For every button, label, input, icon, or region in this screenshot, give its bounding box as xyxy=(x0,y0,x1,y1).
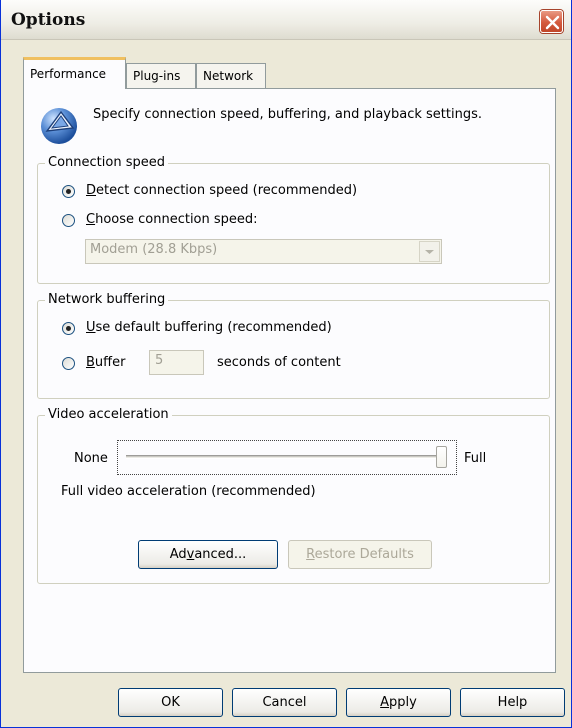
choose-speed-radio[interactable] xyxy=(62,214,75,227)
network-buffering-legend: Network buffering xyxy=(45,292,169,307)
slider-thumb[interactable] xyxy=(435,446,447,468)
buffer-seconds-value: 5 xyxy=(155,353,164,368)
cancel-button[interactable]: Cancel xyxy=(232,688,337,717)
detect-speed-label[interactable]: Detect connection speed (recommended) xyxy=(86,183,357,198)
speed-select-value: Modem (28.8 Kbps) xyxy=(90,242,218,257)
default-buffering-radio[interactable] xyxy=(62,322,75,335)
tab-plug-ins-label: Plug-ins xyxy=(133,69,181,83)
slider-min-label: None xyxy=(74,451,108,466)
close-icon xyxy=(545,15,560,30)
connection-speed-legend: Connection speed xyxy=(45,155,168,170)
tab-network-label: Network xyxy=(203,69,254,83)
buffer-seconds-input[interactable]: 5 xyxy=(149,350,204,375)
tab-plug-ins[interactable]: Plug-ins xyxy=(126,63,196,88)
advanced-button[interactable]: Advanced... xyxy=(138,540,278,569)
tab-network[interactable]: Network xyxy=(196,63,266,88)
apply-button[interactable]: Apply xyxy=(346,688,451,717)
description-text: Specify connection speed, buffering, and… xyxy=(93,107,483,122)
help-button[interactable]: Help xyxy=(460,688,565,717)
network-buffering-group xyxy=(37,300,550,399)
buffer-label[interactable]: Buffer xyxy=(86,355,125,370)
choose-speed-label[interactable]: Choose connection speed: xyxy=(86,212,258,227)
buffer-radio[interactable] xyxy=(62,357,75,370)
chevron-down-icon xyxy=(425,250,434,254)
radio-selected-dot xyxy=(66,326,71,331)
media-player-icon xyxy=(41,108,77,144)
window-title: Options xyxy=(11,10,86,30)
detect-speed-radio[interactable] xyxy=(62,185,75,198)
speed-select[interactable]: Modem (28.8 Kbps) xyxy=(85,239,442,264)
restore-defaults-button[interactable]: Restore Defaults xyxy=(288,540,432,569)
default-buffering-label[interactable]: Use default buffering (recommended) xyxy=(86,320,332,335)
acceleration-slider[interactable] xyxy=(117,440,457,475)
acceleration-status: Full video acceleration (recommended) xyxy=(61,484,316,499)
tab-performance-label: Performance xyxy=(30,67,107,81)
slider-track xyxy=(126,455,446,459)
tab-performance[interactable]: Performance xyxy=(23,57,126,89)
ok-button[interactable]: OK xyxy=(118,688,223,717)
video-acceleration-legend: Video acceleration xyxy=(45,407,172,422)
dropdown-arrow[interactable] xyxy=(419,241,440,262)
radio-selected-dot xyxy=(66,189,71,194)
options-dialog: Options Performance Plug-ins Network Spe… xyxy=(0,0,572,728)
title-bar[interactable]: Options xyxy=(1,0,571,40)
buffer-suffix-label: seconds of content xyxy=(217,355,341,370)
close-button[interactable] xyxy=(540,10,563,33)
slider-max-label: Full xyxy=(464,451,487,466)
